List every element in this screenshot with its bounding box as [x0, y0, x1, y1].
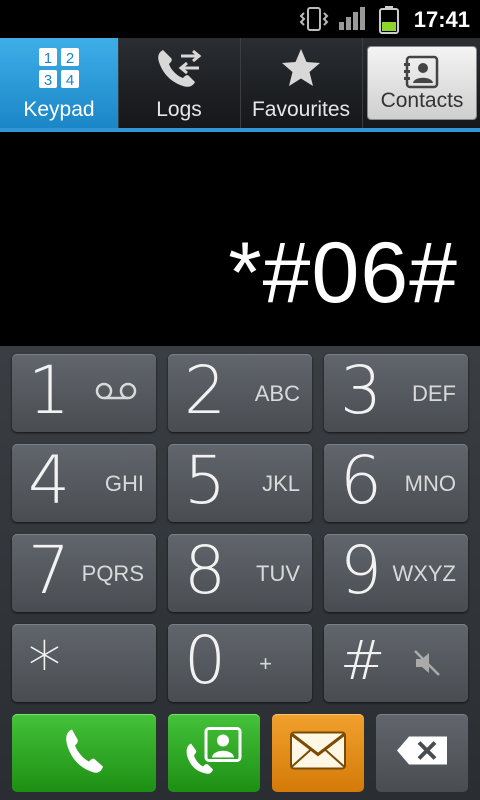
key-digit: 1 — [28, 352, 70, 429]
key-letters: ABC — [254, 381, 300, 406]
message-button[interactable] — [272, 714, 364, 792]
key-digit: 0 — [184, 622, 226, 699]
keypad-grid-icon: 1 2 3 4 — [37, 46, 81, 95]
tab-bar: 1 2 3 4 Keypad Logs Favourites Contacts — [0, 38, 480, 128]
delete-button[interactable] — [376, 714, 468, 792]
backspace-icon — [395, 735, 449, 772]
tab-keypad-label: Keypad — [23, 98, 95, 121]
key-star[interactable]: * — [12, 624, 156, 702]
dialed-number-display[interactable]: *#06# — [0, 132, 480, 346]
battery-icon — [378, 6, 400, 39]
tab-logs-label: Logs — [156, 98, 202, 121]
key-letters: PQRS — [81, 561, 144, 586]
dialed-number: *#06# — [228, 225, 458, 321]
tab-keypad[interactable]: 1 2 3 4 Keypad — [0, 38, 119, 128]
star-icon — [279, 46, 323, 95]
key-0[interactable]: 0 + — [168, 624, 312, 702]
svg-text:1: 1 — [44, 50, 52, 67]
tab-favourites[interactable]: Favourites — [240, 38, 363, 128]
key-digit: 8 — [184, 532, 226, 609]
svg-text:3: 3 — [44, 72, 52, 89]
key-1[interactable]: 1 — [12, 354, 156, 432]
video-call-button[interactable] — [168, 714, 260, 792]
key-8[interactable]: 8 TUV — [168, 534, 312, 612]
key-letters: + — [259, 651, 272, 676]
voicemail-icon — [94, 379, 138, 408]
tab-contacts[interactable]: Contacts — [367, 46, 477, 120]
key-4[interactable]: 4 GHI — [12, 444, 156, 522]
key-7[interactable]: 7 PQRS — [12, 534, 156, 612]
key-9[interactable]: 9 WXYZ — [324, 534, 468, 612]
key-digit: 5 — [184, 442, 226, 519]
key-2[interactable]: 2 ABC — [168, 354, 312, 432]
video-call-icon — [184, 726, 244, 781]
svg-text:2: 2 — [66, 50, 74, 67]
key-digit: * — [28, 628, 61, 705]
key-letters: TUV — [256, 561, 300, 586]
call-logs-icon — [155, 46, 203, 95]
key-letters: MNO — [404, 471, 456, 496]
key-6[interactable]: 6 MNO — [324, 444, 468, 522]
tab-logs[interactable]: Logs — [118, 38, 241, 128]
key-letters: WXYZ — [392, 561, 456, 586]
key-5[interactable]: 5 JKL — [168, 444, 312, 522]
phone-call-icon — [64, 727, 104, 780]
call-button[interactable] — [12, 714, 156, 792]
key-letters: JKL — [262, 471, 300, 496]
key-digit: 3 — [340, 352, 382, 429]
signal-icon — [338, 6, 366, 37]
tab-favourites-label: Favourites — [251, 98, 351, 121]
key-digit: 2 — [184, 352, 226, 429]
status-time: 17:41 — [413, 7, 470, 32]
vibrate-icon — [298, 6, 330, 37]
envelope-icon — [289, 731, 347, 776]
key-letters: DEF — [412, 381, 456, 406]
key-3[interactable]: 3 DEF — [324, 354, 468, 432]
key-hash[interactable]: # — [324, 624, 468, 702]
tab-contacts-label: Contacts — [380, 89, 464, 112]
key-digit: 4 — [28, 442, 70, 519]
key-digit: 7 — [28, 532, 70, 609]
key-digit: # — [340, 629, 386, 692]
key-digit: 6 — [340, 442, 382, 519]
mute-speaker-icon — [412, 648, 442, 683]
status-bar: 17:41 — [0, 0, 480, 38]
key-digit: 9 — [340, 532, 382, 609]
key-letters: GHI — [104, 471, 144, 496]
svg-text:4: 4 — [66, 72, 74, 89]
